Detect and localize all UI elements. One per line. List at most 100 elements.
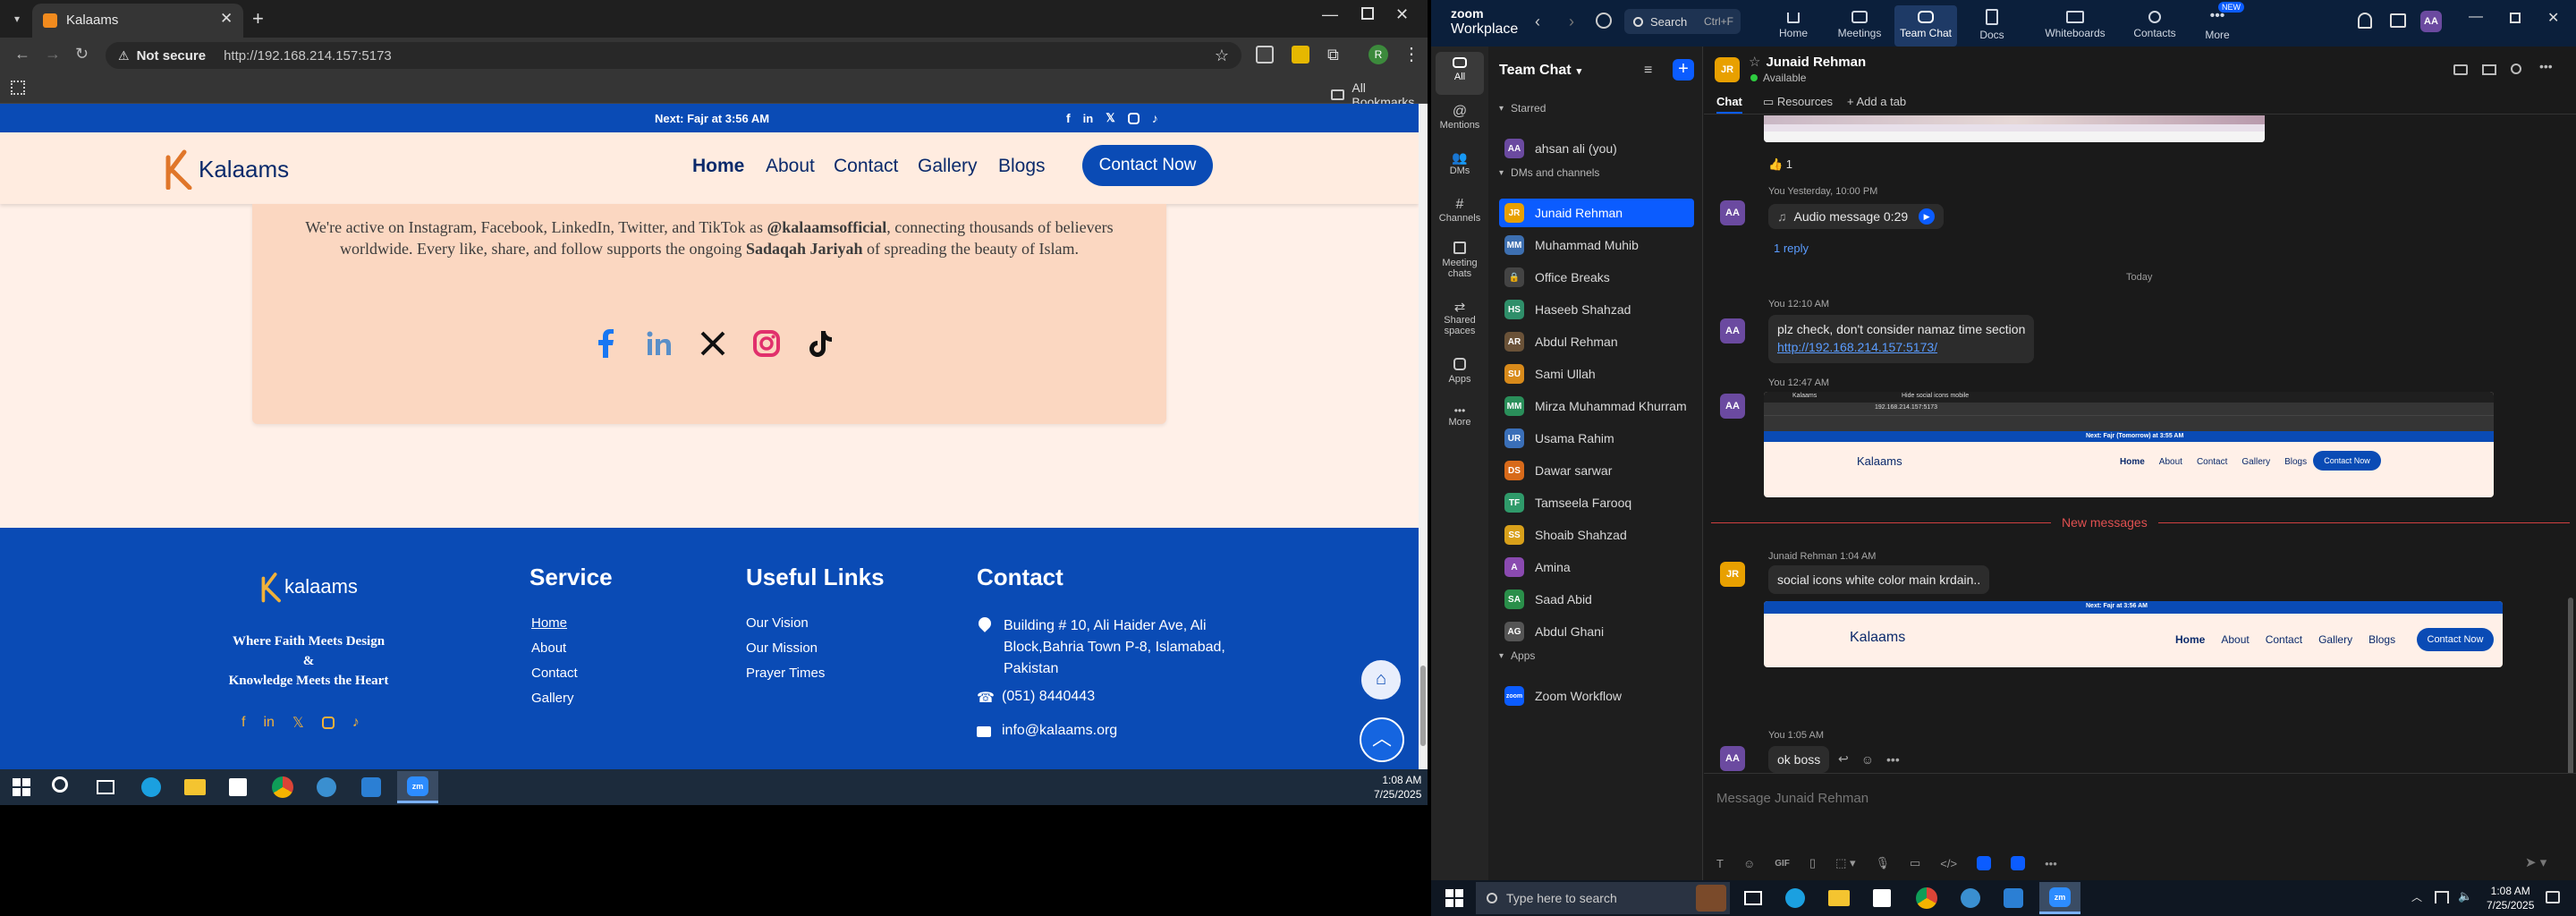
more-icon[interactable]: ••• [2539,59,2553,73]
footer-link-contact[interactable]: Contact [531,666,578,681]
site-logo[interactable]: Kalaams [163,148,289,190]
tab-search-chevron-icon[interactable]: ▾ [7,9,27,29]
restore-icon[interactable] [2510,13,2521,23]
shared-screenshot-1[interactable]: Kalaams Hide social icons mobile 192.168… [1764,392,2494,497]
facebook-icon[interactable]: f [242,715,245,731]
chrome-menu-icon[interactable]: ⋮ [1402,43,1420,65]
minimize-icon[interactable]: — [2469,9,2483,25]
footer-link-gallery[interactable]: Gallery [531,691,574,706]
rail-channels[interactable]: # Channels [1431,197,1488,224]
store-icon[interactable] [229,778,247,796]
close-tab-icon[interactable]: ✕ [220,10,233,28]
nav-gallery[interactable]: Gallery [918,156,978,177]
notification-center-icon[interactable] [2546,891,2560,903]
tiktok-icon[interactable]: ♪ [352,715,360,731]
filter-icon[interactable]: ≡ [1644,63,1652,79]
rail-apps[interactable]: Apps [1431,358,1488,385]
footer-link-prayer-times[interactable]: Prayer Times [746,666,825,681]
zoom-search-box[interactable]: Search Ctrl+F [1624,9,1741,34]
close-window-icon[interactable]: ✕ [1395,5,1409,24]
browser-tab-kalaams[interactable]: Kalaams ✕ [32,4,243,38]
footer-link-about[interactable]: About [531,640,566,656]
facebook-icon[interactable] [594,329,619,358]
x-twitter-icon[interactable]: 𝕏 [292,714,304,732]
windows-start-icon[interactable] [1445,889,1463,907]
edge-icon[interactable] [1785,888,1805,908]
zoom-nav-meetings[interactable]: Meetings [1828,5,1891,39]
linkedin-icon[interactable]: in [1083,112,1094,125]
extensions-puzzle-icon[interactable]: ⧉ [1327,46,1339,64]
x-twitter-icon[interactable]: 𝕏 [1106,111,1114,125]
app-blue-icon[interactable] [1977,856,1992,870]
list-section-header[interactable]: ▾ Starred [1499,102,1546,114]
scroll-top-outline-button[interactable]: ⌂ [1360,658,1402,701]
chrome-icon[interactable] [1916,887,1937,909]
task-view-icon[interactable] [97,780,114,794]
notifications-icon[interactable] [2358,13,2372,29]
footer-link-mission[interactable]: Our Mission [746,640,818,656]
vscode-icon[interactable] [2004,888,2023,908]
taskbar-clock[interactable]: 1:08 AM 7/25/2025 [2487,884,2534,912]
file-icon[interactable]: ▯ [1809,856,1816,870]
rail-mentions[interactable]: @ Mentions [1431,104,1488,131]
zoom-nav-whiteboards[interactable]: Whiteboards [2039,5,2111,39]
reply-icon[interactable]: ↩ [1838,751,1849,767]
chat-list-item[interactable]: A Amina [1499,553,1694,581]
zoom-nav-contacts[interactable]: Contacts [2123,5,2186,39]
screen-share-icon[interactable] [2482,64,2496,75]
instagram-icon[interactable] [753,330,780,357]
zoom-nav-more[interactable]: NEW ••• More [2186,2,2249,41]
screenshot-icon[interactable]: ⬚ ▾ [1835,856,1855,870]
chat-list-item[interactable]: SU Sami Ullah [1499,360,1694,388]
minimize-icon[interactable]: — [1322,5,1338,24]
tab-chat[interactable]: Chat [1716,95,1742,114]
task-view-icon[interactable] [1744,891,1762,905]
profile-avatar[interactable]: R [1368,45,1388,64]
video-message-icon[interactable]: ▭ [1910,856,1920,870]
x-twitter-icon[interactable] [699,330,726,357]
reload-icon[interactable]: ↻ [75,45,89,64]
chat-list-item[interactable]: MM Mirza Muhammad Khurram [1499,392,1694,420]
nav-about[interactable]: About [766,156,815,177]
zoom-taskbar-icon[interactable]: zm [397,771,438,803]
chat-list-item[interactable]: JR Junaid Rehman [1499,199,1694,227]
list-section-header[interactable]: ▾ Apps [1499,649,1535,662]
chat-list-item[interactable]: AG Abdul Ghani [1499,617,1694,646]
chat-list-item[interactable]: AR Abdul Rehman [1499,327,1694,356]
taskbar-search-box[interactable]: Type here to search [1476,882,1730,914]
taskbar-clock[interactable]: 1:08 AM 7/25/2025 [1374,773,1421,802]
reaction-thumbs-up[interactable]: 👍 1 [1768,157,1792,172]
message-link[interactable]: http://192.168.214.157:5173/ [1777,340,2025,354]
close-window-icon[interactable]: ✕ [2547,9,2559,27]
tray-chevron-icon[interactable]: ︿ [2411,889,2422,904]
history-icon[interactable] [1596,13,1612,29]
restore-icon[interactable] [1361,7,1374,20]
app-blue-icon-2[interactable] [2011,856,2026,870]
volume-icon[interactable]: 🔈 [2458,889,2472,903]
forward-icon[interactable]: › [1569,13,1574,31]
page-scrollbar[interactable] [1419,104,1428,769]
microphone-icon[interactable]: 🎙 [1875,856,1890,870]
nav-blogs[interactable]: Blogs [998,156,1046,177]
file-explorer-icon[interactable] [1828,890,1850,906]
address-bar[interactable]: ⚠ Not secure http://192.168.214.157:5173… [106,42,1241,69]
chat-list-item[interactable]: HS Haseeb Shahzad [1499,295,1694,324]
rail-more[interactable]: ••• More [1431,404,1488,428]
apps-grid-icon[interactable] [11,81,25,95]
rail-dms[interactable]: 👥 DMs [1431,150,1488,176]
windows-start-icon[interactable] [13,778,30,796]
linkedin-icon[interactable]: in [263,715,274,731]
nav-contact[interactable]: Contact [834,156,898,177]
tiktok-icon[interactable]: ♪ [1152,111,1158,125]
instagram-icon[interactable] [321,717,335,729]
back-icon[interactable]: ‹ [1535,13,1540,31]
shared-screenshot-partial[interactable] [1764,115,2265,142]
edge-icon[interactable] [141,777,161,797]
footer-logo[interactable]: kalaams [259,571,358,603]
app-icon[interactable] [1961,888,1980,908]
list-section-header[interactable]: ▾ DMs and channels [1499,166,1599,179]
footer-link-vision[interactable]: Our Vision [746,615,809,631]
linkedin-icon[interactable] [646,330,673,357]
zoom-nav-home[interactable]: Home [1762,5,1825,39]
scrollbar-thumb[interactable] [1420,666,1426,746]
